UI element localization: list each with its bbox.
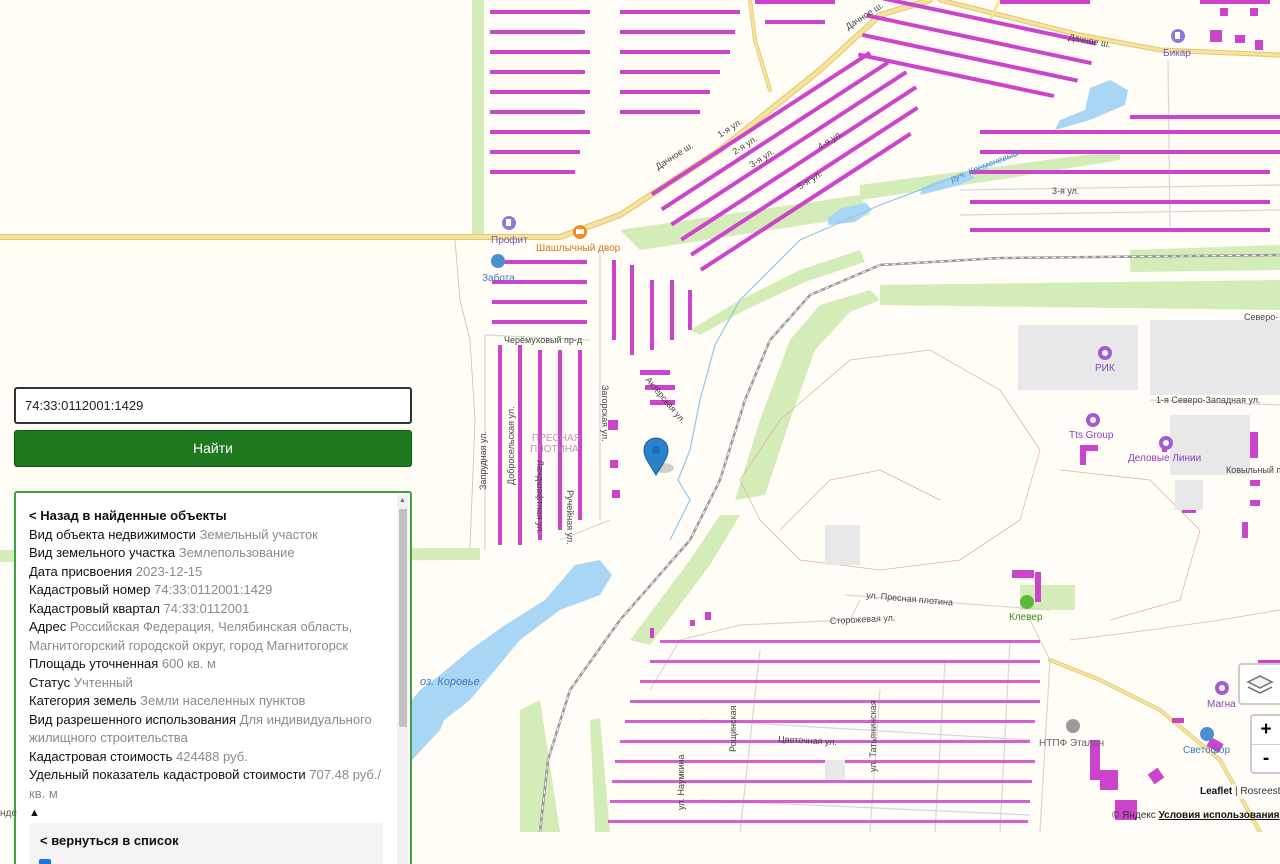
svg-text:Магна: Магна	[1207, 699, 1236, 710]
street-cheremuh: Черёмуховый пр-д	[504, 335, 583, 345]
place-presny-2: ПЛОТИНА	[530, 444, 579, 455]
yandex-attribution: © Яндекс Условия использования	[1112, 810, 1280, 821]
field-cadastral-quarter: Кадастровый квартал 74:33:0112001	[29, 600, 250, 616]
svg-text:Светофор: Светофор	[1183, 744, 1230, 756]
scroll-up-arrow-icon[interactable]: ▲	[399, 497, 406, 504]
attribution-left-stub: нде	[0, 808, 17, 819]
layer-checkbox[interactable]	[39, 859, 51, 864]
search-button[interactable]: Найти	[14, 430, 412, 467]
info-panel[interactable]: < Назад в найденные объекты Вид объекта …	[14, 491, 412, 864]
zoom-control: + -	[1250, 714, 1280, 774]
shop-icon	[1200, 727, 1214, 741]
zoom-out-button[interactable]: -	[1252, 745, 1280, 773]
sublist-panel: < вернуться в список	[29, 823, 383, 864]
field-permitted-use: Вид разрешенного использования Для индив…	[29, 711, 372, 746]
street-tatyan: ул. Татьянинская	[868, 700, 878, 772]
street-sevzap: 1-я Северо-Западная ул.	[1156, 395, 1261, 405]
attribution-bar: Leaflet | Rosreestr	[1196, 784, 1280, 799]
street-naumkina: ул. Наумкина	[676, 755, 686, 811]
field-specific-value: Удельный показатель кадастровой стоимост…	[29, 767, 382, 801]
street-zaprudn: Запрудная ул.	[478, 431, 488, 490]
factory-icon	[1066, 719, 1080, 733]
field-land-type: Вид земельного участка Землепользование	[29, 545, 295, 560]
zoom-in-button[interactable]: +	[1252, 716, 1280, 745]
info-content: < Назад в найденные объекты Вид объекта …	[29, 507, 384, 823]
street-ruch: Ручейная ул.	[565, 490, 575, 545]
layers-button[interactable]	[1238, 663, 1280, 705]
field-cadastral-value: Кадастровая стоимость 424488 руб.	[29, 748, 248, 764]
field-assign-date: Дата присвоения 2023-12-15	[29, 563, 203, 579]
info-scrollbar[interactable]: ▲	[397, 495, 408, 864]
field-land-category: Категория земель Земли населенных пункто…	[29, 693, 306, 708]
place-presny-1: ПРЕСНАЯ	[532, 433, 581, 444]
svg-text:Бикар: Бикар	[1163, 48, 1191, 59]
street-3ya-b: 3-я ул.	[1052, 186, 1079, 196]
field-object-type: Вид объекта недвижимости Земельный участ…	[29, 526, 318, 542]
svg-text:Шашлычный двор: Шашлычный двор	[536, 243, 621, 254]
field-status: Статус Учтенный	[29, 674, 133, 690]
street-roscha: Рощинская	[728, 705, 738, 752]
street-dobroselsk: Добросельская ул.	[506, 406, 516, 485]
layers-icon	[1246, 675, 1274, 694]
svg-text:Tts Group: Tts Group	[1069, 430, 1114, 441]
scroll-thumb[interactable]	[399, 509, 407, 727]
cadastral-search-input[interactable]	[14, 387, 412, 424]
search-panel: Найти	[14, 387, 412, 467]
street-sever: Северо-	[1244, 312, 1278, 322]
back-to-list-link[interactable]: < вернуться в список	[40, 833, 179, 848]
svg-text:Деловые Линии: Деловые Линии	[1128, 453, 1201, 464]
svg-text:Клевер: Клевер	[1009, 612, 1043, 623]
street-kovyl: Ковыльный пр.	[1226, 465, 1280, 475]
svg-text:Профит: Профит	[491, 234, 528, 246]
svg-text:Забота: Забота	[482, 272, 515, 284]
leaflet-link[interactable]: Leaflet	[1200, 786, 1232, 797]
back-to-results-link[interactable]: < Назад в найденные объекты	[29, 507, 384, 526]
collapse-toggle[interactable]: ▲	[29, 804, 384, 823]
rosreestr-link[interactable]: Rosreestr	[1240, 786, 1280, 797]
terms-link[interactable]: Условия использования	[1159, 810, 1280, 821]
street-zagorsk: Загорская ул.	[600, 385, 610, 442]
shop-icon	[491, 254, 505, 268]
svg-text:НТПФ Эталон: НТПФ Эталон	[1039, 738, 1104, 749]
field-address: Адрес Российская Федерация, Челябинская …	[29, 619, 353, 653]
grocery-icon	[1020, 595, 1034, 609]
field-cadastral-number: Кадастровый номер 74:33:0112001:1429	[29, 582, 273, 597]
field-area: Площадь уточненная 600 кв. м	[29, 656, 216, 671]
lake-label: оз. Коровье	[420, 676, 480, 688]
svg-text:РИК: РИК	[1095, 363, 1115, 374]
street-lanshaf: Ландшафтная ул.	[535, 460, 545, 534]
